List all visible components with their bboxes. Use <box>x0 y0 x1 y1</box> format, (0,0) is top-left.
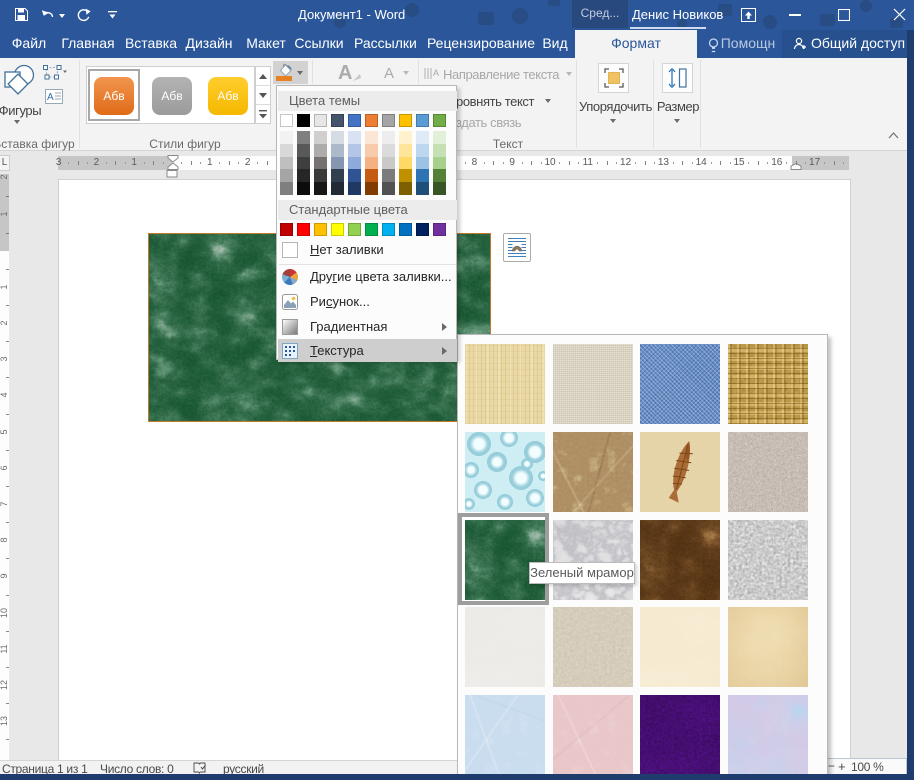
svg-text:A: A <box>433 68 439 78</box>
svg-text:А: А <box>47 92 54 103</box>
